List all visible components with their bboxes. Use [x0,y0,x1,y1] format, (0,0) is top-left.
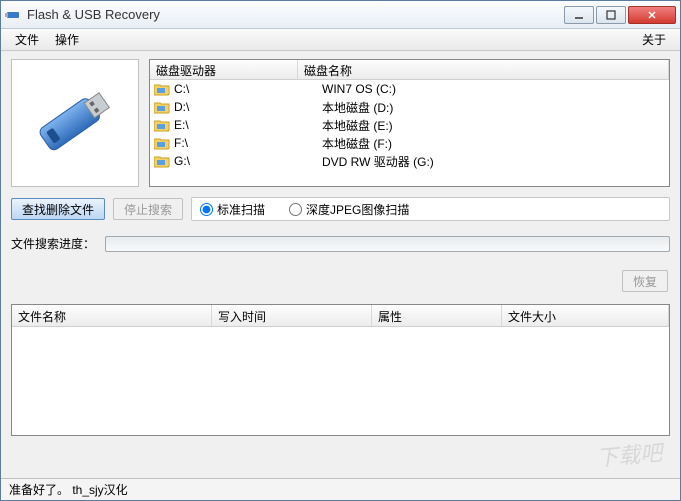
radio-standard[interactable]: 标准扫描 [200,201,265,218]
progress-label: 文件搜索进度： [11,235,95,252]
drive-label: DVD RW 驱动器 (G:) [322,153,669,170]
drive-letter: C:\ [174,82,322,96]
scan-button[interactable]: 查找删除文件 [11,198,105,220]
drive-list[interactable]: 磁盘驱动器 磁盘名称 C:\WIN7 OS (C:)D:\本地磁盘 (D:)E:… [149,59,670,187]
folder-icon [154,136,170,150]
watermark: 下载吧 [595,435,664,473]
drive-letter: G:\ [174,154,322,168]
drive-letter: E:\ [174,118,322,132]
window-controls [564,6,676,24]
drive-row[interactable]: C:\WIN7 OS (C:) [150,80,669,98]
close-button[interactable] [628,6,676,24]
app-icon [5,7,21,23]
col-name[interactable]: 磁盘名称 [298,60,669,79]
drive-letter: D:\ [174,100,322,114]
folder-icon [154,100,170,114]
stop-button: 停止搜索 [113,198,183,220]
menu-about[interactable]: 关于 [634,29,674,50]
window-title: Flash & USB Recovery [27,7,564,22]
scan-mode-group: 标准扫描 深度JPEG图像扫描 [191,197,670,221]
radio-deepjpeg[interactable]: 深度JPEG图像扫描 [289,201,409,218]
drive-label: 本地磁盘 (E:) [322,117,669,134]
app-window: Flash & USB Recovery 文件 操作 关于 [0,0,681,501]
col-attr[interactable]: 属性 [372,305,502,326]
result-list[interactable]: 文件名称 写入时间 属性 文件大小 [11,304,670,436]
drive-row[interactable]: F:\本地磁盘 (F:) [150,134,669,152]
minimize-button[interactable] [564,6,594,24]
recover-button: 恢复 [622,270,668,292]
drive-row[interactable]: E:\本地磁盘 (E:) [150,116,669,134]
menu-file[interactable]: 文件 [7,29,47,50]
drive-label: 本地磁盘 (F:) [322,135,669,152]
folder-icon [154,154,170,168]
col-drive[interactable]: 磁盘驱动器 [150,60,298,79]
status-bar: 准备好了。 th_sjy汉化 [1,478,680,500]
titlebar: Flash & USB Recovery [1,1,680,29]
col-filename[interactable]: 文件名称 [12,305,212,326]
usb-illustration [11,59,139,187]
menu-operate[interactable]: 操作 [47,29,87,50]
usb-drive-icon [20,68,130,178]
drive-letter: F:\ [174,136,322,150]
drive-row[interactable]: D:\本地磁盘 (D:) [150,98,669,116]
folder-icon [154,118,170,132]
drive-label: 本地磁盘 (D:) [322,99,669,116]
menubar: 文件 操作 关于 [1,29,680,51]
drive-list-header: 磁盘驱动器 磁盘名称 [150,60,669,80]
status-text: 准备好了。 th_sjy汉化 [9,481,128,498]
maximize-button[interactable] [596,6,626,24]
drive-row[interactable]: G:\DVD RW 驱动器 (G:) [150,152,669,170]
folder-icon [154,82,170,96]
result-list-header: 文件名称 写入时间 属性 文件大小 [12,305,669,327]
col-size[interactable]: 文件大小 [502,305,669,326]
progress-bar [105,236,670,252]
drive-label: WIN7 OS (C:) [322,82,669,96]
col-writetime[interactable]: 写入时间 [212,305,372,326]
